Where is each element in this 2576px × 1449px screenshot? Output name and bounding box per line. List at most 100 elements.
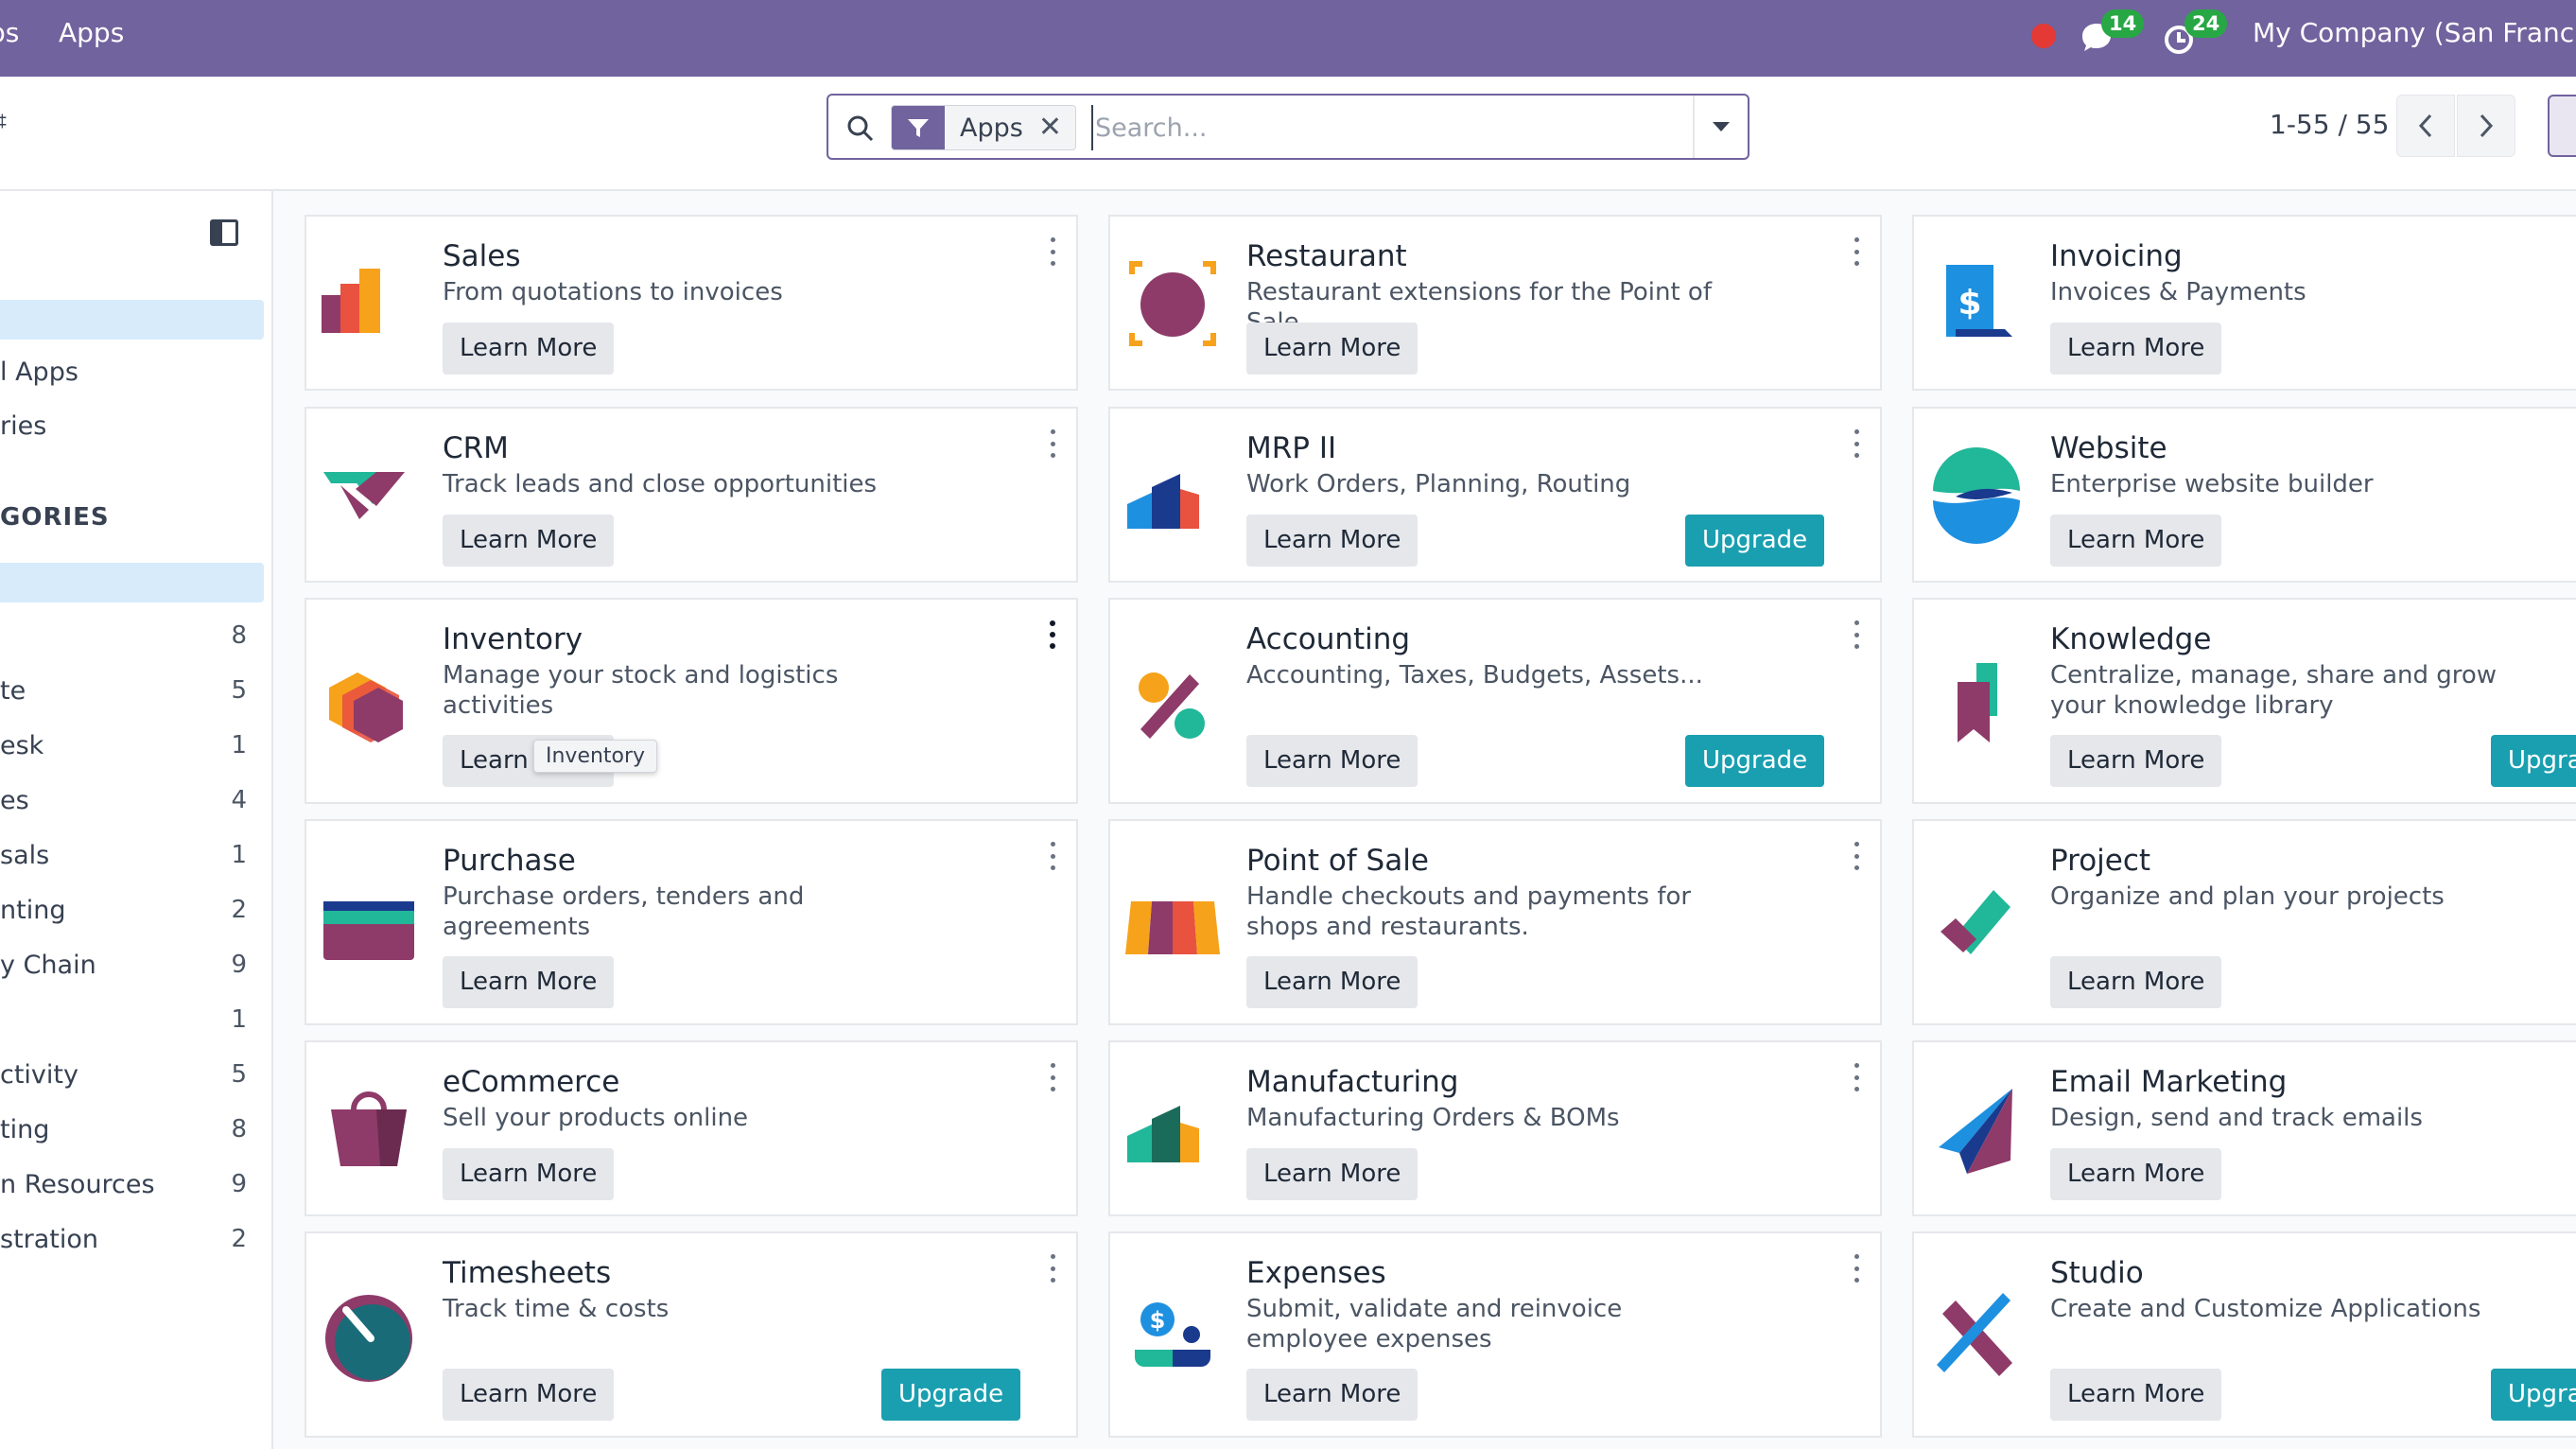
upgrade-button[interactable]: Upgrade bbox=[2491, 735, 2576, 787]
search-bar[interactable]: Apps ✕ bbox=[827, 94, 1749, 160]
sidebar-toggle-icon[interactable] bbox=[210, 219, 238, 246]
app-card-studio[interactable]: Studio Create and Customize Applications… bbox=[1912, 1231, 2576, 1438]
app-card-inventory[interactable]: Inventory Manage your stock and logistic… bbox=[305, 598, 1078, 804]
card-menu-icon[interactable] bbox=[1850, 237, 1863, 266]
learn-more-button[interactable]: Learn More bbox=[443, 956, 615, 1008]
search-icon[interactable] bbox=[845, 113, 876, 144]
app-card-project[interactable]: Project Organize and plan your projects … bbox=[1912, 819, 2576, 1025]
status-dot-icon[interactable] bbox=[2031, 24, 2056, 48]
upgrade-button[interactable]: Upgrade bbox=[1685, 515, 1825, 567]
inventory-logo-icon bbox=[329, 672, 403, 742]
learn-more-button[interactable]: Learn More bbox=[1246, 1148, 1419, 1200]
upgrade-button[interactable]: Upgrade bbox=[2491, 1369, 2576, 1421]
learn-more-button[interactable]: Learn More bbox=[1246, 956, 1419, 1008]
card-menu-icon[interactable] bbox=[1046, 429, 1059, 458]
learn-more-button[interactable]: Learn More bbox=[2050, 515, 2222, 567]
knowledge-logo-icon bbox=[1958, 663, 1997, 742]
learn-more-button[interactable]: Learn More bbox=[1246, 323, 1419, 375]
kanban-view-button[interactable] bbox=[2548, 95, 2576, 157]
learn-more-button[interactable]: Learn More bbox=[2050, 956, 2222, 1008]
search-input[interactable] bbox=[1091, 105, 1564, 150]
card-title: Invoicing bbox=[2050, 239, 2183, 273]
category-label: nting bbox=[0, 896, 66, 925]
learn-more-button[interactable]: Learn More bbox=[2050, 1148, 2222, 1200]
category-count: 1 bbox=[231, 731, 247, 759]
card-title: MRP II bbox=[1246, 431, 1337, 465]
app-card-crm[interactable]: CRM Track leads and close opportunities … bbox=[305, 407, 1078, 583]
app-card-expenses[interactable]: $ Expenses Submit, validate and reinvoic… bbox=[1108, 1231, 1882, 1438]
upgrade-button[interactable]: Upgrade bbox=[1685, 735, 1825, 787]
card-menu-icon[interactable] bbox=[1850, 620, 1863, 649]
app-card-mrp-ii[interactable]: MRP II Work Orders, Planning, Routing Le… bbox=[1108, 407, 1882, 583]
mrp-logo-icon bbox=[1127, 474, 1199, 529]
card-title: Inventory bbox=[443, 622, 583, 656]
card-description: Accounting, Taxes, Budgets, Assets... bbox=[1246, 661, 1703, 690]
category-count: 8 bbox=[231, 1115, 247, 1143]
category-count: 8 bbox=[231, 621, 247, 650]
search-options-toggle[interactable] bbox=[1693, 96, 1748, 158]
sidebar-item-industries[interactable]: ries bbox=[0, 411, 46, 441]
card-title: Email Marketing bbox=[2050, 1065, 2288, 1099]
category-sidebar: l Apps ries GORIES 8 te 5 esk 1 es 4 sals 1 … bbox=[0, 191, 273, 1449]
top-navbar: ps Apps 14 24 My Company (San Francisco) bbox=[0, 0, 2576, 77]
app-card-restaurant[interactable]: Restaurant Restaurant extensions for the… bbox=[1108, 215, 1882, 391]
website-logo-icon bbox=[1933, 447, 2020, 544]
facet-remove-icon[interactable]: ✕ bbox=[1035, 106, 1075, 149]
upgrade-button[interactable]: Upgrade bbox=[881, 1369, 1021, 1421]
accounting-logo-icon bbox=[1139, 672, 1205, 739]
app-card-knowledge[interactable]: Knowledge Centralize, manage, share and … bbox=[1912, 598, 2576, 804]
card-menu-icon[interactable] bbox=[1850, 1063, 1863, 1091]
card-description: Enterprise website builder bbox=[2050, 470, 2374, 498]
learn-more-button[interactable]: Learn More bbox=[1246, 515, 1419, 567]
learn-more-button[interactable]: Learn More bbox=[443, 323, 615, 375]
learn-more-button[interactable]: Learn More bbox=[2050, 1369, 2222, 1421]
category-label: ctivity bbox=[0, 1060, 78, 1090]
app-card-sales[interactable]: Sales From quotations to invoices Learn … bbox=[305, 215, 1078, 391]
category-count: 1 bbox=[231, 841, 247, 869]
app-card-website[interactable]: Website Enterprise website builder Learn… bbox=[1912, 407, 2576, 583]
invoicing-logo-icon: $ bbox=[1946, 265, 2012, 337]
app-card-timesheets[interactable]: Timesheets Track time & costs Learn More… bbox=[305, 1231, 1078, 1438]
card-title: Knowledge bbox=[2050, 622, 2212, 656]
card-title: Purchase bbox=[443, 844, 576, 878]
app-card-ecommerce[interactable]: eCommerce Sell your products online Lear… bbox=[305, 1040, 1078, 1216]
pager-previous-button[interactable] bbox=[2396, 95, 2455, 157]
learn-more-button[interactable]: Learn More bbox=[2050, 735, 2222, 787]
category-label: es bbox=[0, 786, 29, 815]
pager-value[interactable]: 1-55 / 55 bbox=[2270, 109, 2389, 140]
learn-more-button[interactable]: Learn More bbox=[2050, 323, 2222, 375]
company-switcher[interactable]: My Company (San Francisco) bbox=[2253, 17, 2576, 48]
card-description: Track leads and close opportunities bbox=[443, 470, 878, 498]
app-card-email-marketing[interactable]: Email Marketing Design, send and track e… bbox=[1912, 1040, 2576, 1216]
category-label: esk bbox=[0, 731, 44, 760]
card-menu-icon[interactable] bbox=[1046, 1254, 1059, 1283]
card-menu-icon[interactable] bbox=[1046, 1063, 1059, 1091]
card-title: Manufacturing bbox=[1246, 1065, 1459, 1099]
learn-more-button[interactable]: Learn More bbox=[443, 1369, 615, 1421]
card-title: Project bbox=[2050, 844, 2151, 878]
card-menu-icon[interactable] bbox=[1850, 842, 1863, 870]
gear-icon[interactable]: ⌗ bbox=[0, 105, 7, 138]
sidebar-item-apps[interactable]: l Apps bbox=[0, 358, 78, 387]
app-card-point-of-sale[interactable]: Point of Sale Handle checkouts and payme… bbox=[1108, 819, 1882, 1025]
facet-label: Apps bbox=[960, 113, 1023, 143]
learn-more-button[interactable]: Learn More bbox=[443, 1148, 615, 1200]
card-menu-icon[interactable] bbox=[1046, 237, 1059, 266]
breadcrumb-app-name[interactable]: ps bbox=[0, 17, 19, 48]
card-menu-icon[interactable] bbox=[1046, 842, 1059, 870]
card-menu-icon[interactable] bbox=[1046, 620, 1059, 649]
learn-more-button[interactable]: Learn More bbox=[1246, 735, 1419, 787]
app-card-invoicing[interactable]: $ Invoicing Invoices & Payments Learn Mo… bbox=[1912, 215, 2576, 391]
menu-apps[interactable]: Apps bbox=[59, 17, 124, 48]
app-card-accounting[interactable]: Accounting Accounting, Taxes, Budgets, A… bbox=[1108, 598, 1882, 804]
app-card-manufacturing[interactable]: Manufacturing Manufacturing Orders & BOM… bbox=[1108, 1040, 1882, 1216]
manufacturing-logo-icon bbox=[1127, 1106, 1199, 1162]
learn-more-button[interactable]: Learn More bbox=[443, 515, 615, 567]
app-card-purchase[interactable]: Purchase Purchase orders, tenders and ag… bbox=[305, 819, 1078, 1025]
learn-more-button[interactable]: Learn More bbox=[1246, 1369, 1419, 1421]
sidebar-category-all[interactable] bbox=[0, 563, 264, 602]
card-menu-icon[interactable] bbox=[1850, 429, 1863, 458]
pager-next-button[interactable] bbox=[2457, 95, 2515, 157]
card-menu-icon[interactable] bbox=[1850, 1254, 1863, 1283]
sidebar-item-all[interactable] bbox=[0, 300, 264, 340]
